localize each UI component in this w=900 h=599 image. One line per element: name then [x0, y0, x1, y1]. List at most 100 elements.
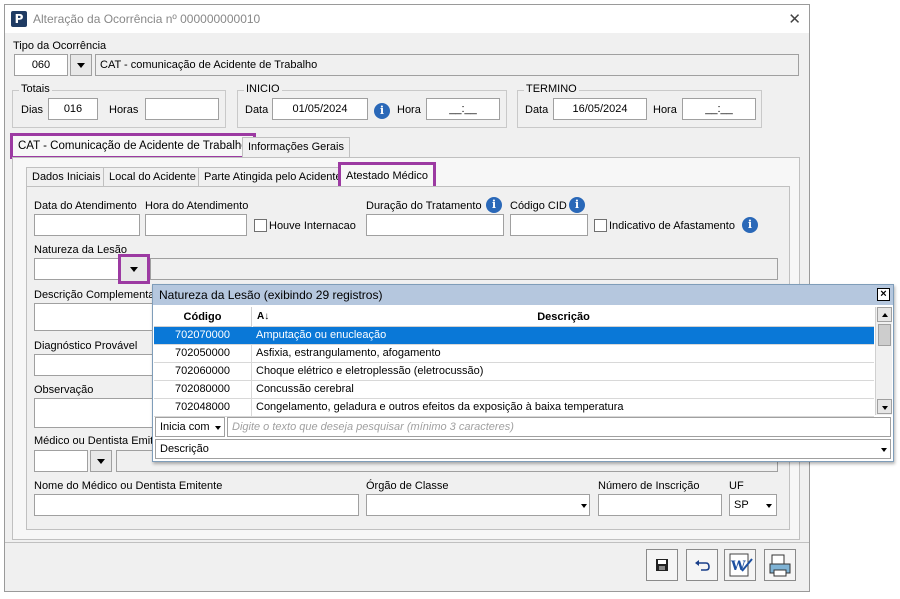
print-button[interactable] [764, 549, 796, 581]
svg-text:W: W [730, 559, 746, 574]
search-input[interactable]: Digite o texto que deseja pesquisar (mín… [227, 417, 891, 437]
app-icon: P [11, 11, 27, 27]
divider [5, 542, 809, 543]
save-button[interactable] [646, 549, 678, 581]
uf-value: SP [734, 499, 749, 511]
uf-select[interactable]: SP [729, 494, 777, 516]
column-header-descricao[interactable]: A↓ Descrição [253, 307, 874, 327]
dias-label: Dias [21, 104, 44, 116]
tab-parte-atingida[interactable]: Parte Atingida pelo Acidente [198, 167, 348, 187]
natureza-lesao-description [150, 258, 778, 280]
inicio-hora-label: Hora [397, 104, 421, 116]
diagnostico-label: Diagnóstico Provável [34, 340, 138, 352]
search-field-value: Descrição [160, 443, 209, 455]
word-document-icon: W [729, 553, 753, 577]
cell-descricao: Choque elétrico e eletroplessão (eletroc… [256, 365, 484, 377]
search-mode-value: Inicia com [160, 421, 210, 433]
cell-descricao: Asfixia, estrangulamento, afogamento [256, 347, 441, 359]
horas-field[interactable] [145, 98, 219, 120]
cell-codigo: 702080000 [154, 381, 252, 398]
natureza-lesao-dropdown-button[interactable] [118, 254, 150, 284]
cell-descricao: Amputação ou enucleação [256, 329, 387, 341]
chevron-down-icon [130, 267, 138, 272]
termino-data-label: Data [525, 104, 549, 116]
inicio-data-field[interactable]: 01/05/2024 [272, 98, 368, 120]
table-row[interactable]: 702080000 Concussão cerebral [154, 381, 874, 399]
info-icon[interactable]: i [486, 197, 502, 213]
data-atendimento-label: Data do Atendimento [34, 200, 137, 212]
houve-internacao-checkbox[interactable] [254, 219, 267, 232]
table-row[interactable]: 702050000 Asfixia, estrangulamento, afog… [154, 345, 874, 363]
word-export-button[interactable]: W [724, 549, 756, 581]
info-icon[interactable]: i [569, 197, 585, 213]
table-row[interactable]: 702060000 Choque elétrico e eletroplessã… [154, 363, 874, 381]
scroll-thumb[interactable] [878, 324, 891, 346]
tipo-code-field[interactable]: 060 [14, 54, 68, 76]
hora-atendimento-field[interactable] [145, 214, 247, 236]
column-header-codigo[interactable]: Código [154, 307, 252, 327]
chevron-down-icon [766, 504, 772, 508]
scroll-down-button[interactable] [877, 399, 892, 414]
tab-dados-iniciais[interactable]: Dados Iniciais [26, 167, 107, 187]
column-header-descricao-label: Descrição [537, 311, 590, 323]
orgao-classe-select[interactable] [366, 494, 590, 516]
cell-descricao: Congelamento, geladura e outros efeitos … [256, 401, 624, 413]
duracao-tratamento-field[interactable] [366, 214, 504, 236]
cell-codigo: 702050000 [154, 345, 252, 362]
chevron-down-icon [881, 405, 888, 410]
medico-emitente-field[interactable] [34, 450, 88, 472]
search-mode-select[interactable]: Inicia com [155, 417, 225, 437]
tab-informacoes-gerais[interactable]: Informações Gerais [242, 137, 350, 157]
inicio-data-label: Data [245, 104, 269, 116]
numero-inscricao-field[interactable] [598, 494, 722, 516]
nome-medico-field[interactable] [34, 494, 359, 516]
cell-codigo: 702060000 [154, 363, 252, 380]
title-bar: P Alteração da Ocorrência nº 00000000001… [5, 5, 809, 33]
scroll-up-button[interactable] [877, 307, 892, 322]
indicativo-afastamento-checkbox[interactable] [594, 219, 607, 232]
totais-title: Totais [19, 83, 52, 95]
table-row[interactable]: 702070000 Amputação ou enucleação [154, 327, 874, 345]
houve-internacao-label: Houve Internacao [269, 220, 356, 232]
tab-atestado-medico[interactable]: Atestado Médico [338, 162, 436, 189]
close-icon[interactable]: ✕ [788, 10, 801, 28]
observacao-label: Observação [34, 384, 94, 396]
table-row[interactable]: 702048000 Congelamento, geladura e outro… [154, 399, 874, 417]
tab-cat[interactable]: CAT - Comunicação de Acidente de Trabalh… [10, 133, 256, 159]
tipo-dropdown-button[interactable] [70, 54, 92, 76]
orgao-classe-label: Órgão de Classe [366, 480, 449, 492]
sort-icon[interactable]: A↓ [257, 307, 269, 327]
tab-local-acidente[interactable]: Local do Acidente [103, 167, 202, 187]
chevron-down-icon [581, 504, 587, 508]
close-icon[interactable]: × [877, 288, 890, 301]
printer-icon [769, 554, 791, 577]
uf-label: UF [729, 480, 744, 492]
codigo-cid-field[interactable] [510, 214, 588, 236]
descricao-complementar-label: Descrição Complementar [34, 289, 159, 301]
vertical-scrollbar[interactable] [875, 307, 892, 415]
termino-hora-field[interactable]: __:__ [682, 98, 756, 120]
cell-descricao: Concussão cerebral [256, 383, 354, 395]
inicio-title: INICIO [244, 83, 282, 95]
chevron-up-icon [881, 312, 888, 317]
chevron-down-icon [215, 426, 221, 430]
data-atendimento-field[interactable] [34, 214, 140, 236]
chevron-down-icon [881, 448, 887, 452]
search-field-select[interactable]: Descrição [155, 439, 891, 459]
undo-icon [695, 560, 710, 571]
undo-button[interactable] [686, 549, 718, 581]
dias-field[interactable]: 016 [48, 98, 98, 120]
inicio-hora-field[interactable]: __:__ [426, 98, 500, 120]
cell-codigo: 702070000 [154, 327, 252, 344]
window-title: Alteração da Ocorrência nº 000000000010 [33, 12, 261, 26]
cell-codigo: 702048000 [154, 399, 252, 416]
info-icon[interactable]: i [742, 217, 758, 233]
natureza-lesao-field[interactable] [34, 258, 120, 280]
numero-inscricao-label: Número de Inscrição [598, 480, 700, 492]
hora-atendimento-label: Hora do Atendimento [145, 200, 249, 212]
info-icon[interactable]: i [374, 103, 390, 119]
nome-medico-label: Nome do Médico ou Dentista Emitente [34, 480, 223, 492]
termino-data-field[interactable]: 16/05/2024 [553, 98, 647, 120]
save-icon [656, 559, 668, 571]
medico-emitente-dropdown-button[interactable] [90, 450, 112, 472]
